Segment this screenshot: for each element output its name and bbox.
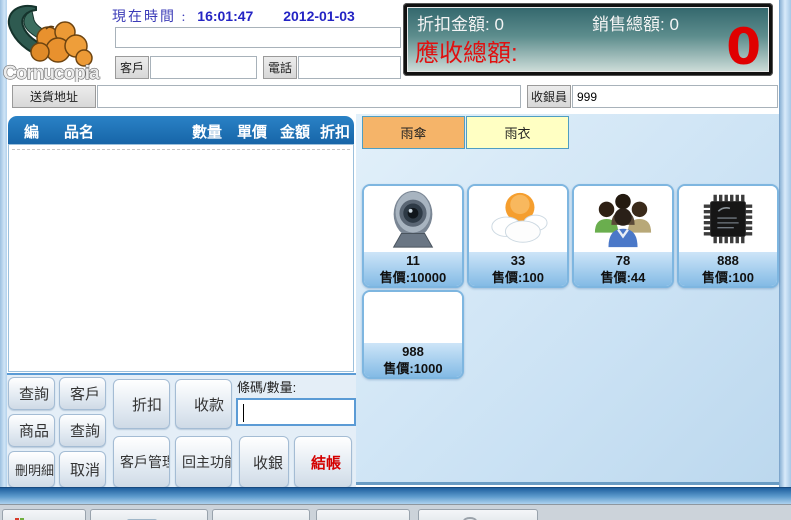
delivery-address-label: 送貨地址 <box>12 85 96 108</box>
logo-text: Cornucopia <box>3 63 100 82</box>
amount-due-label: 應收總額: <box>415 33 518 68</box>
note-input[interactable] <box>115 27 401 48</box>
grid-line <box>12 149 350 150</box>
delivery-address-input[interactable] <box>97 85 521 108</box>
product-card[interactable]: 78 售價:44 <box>572 184 674 288</box>
cashier-label: 收銀員 <box>527 85 571 108</box>
time-label: 現在時間 : <box>112 10 187 25</box>
product-id: 78 <box>574 252 672 269</box>
webcam-icon <box>382 188 444 250</box>
taskbar-button[interactable] <box>418 509 538 520</box>
col-qty: 數量 <box>192 121 222 142</box>
product-id: 988 <box>364 343 462 360</box>
product-price: 售價:10000 <box>364 269 462 286</box>
window-right-scroll-strip[interactable] <box>779 0 791 504</box>
product-card[interactable]: 988 售價:1000 <box>362 290 464 379</box>
taskbar-button[interactable] <box>212 509 310 520</box>
taskbar-button[interactable] <box>90 509 208 520</box>
taskbar-button[interactable] <box>2 509 86 520</box>
discount-button[interactable]: 折扣 <box>113 379 170 429</box>
product-card[interactable]: 33 售價:100 <box>467 184 569 288</box>
product-caption: 33 售價:100 <box>469 252 567 288</box>
product-caption: 78 售價:44 <box>574 252 672 288</box>
query-button-1[interactable]: 查詢 <box>8 377 55 410</box>
people-group-icon <box>592 188 654 250</box>
sales-total-value: 0 <box>669 15 678 34</box>
window-bottom-bar <box>0 487 791 504</box>
text-caret <box>243 404 244 422</box>
product-id: 11 <box>364 252 462 269</box>
chip-icon <box>697 188 759 250</box>
payment-button[interactable]: 收款 <box>175 379 232 429</box>
product-caption: 988 售價:1000 <box>364 343 462 379</box>
customer-management-button[interactable]: 客戶管理 <box>113 436 170 488</box>
discount-amount-label: 折扣金額: <box>417 15 490 34</box>
blank-product-image <box>364 292 462 343</box>
cash-button[interactable]: 收銀 <box>239 436 289 488</box>
tab-label: 雨衣 <box>504 123 530 142</box>
tab-raincoat[interactable]: 雨衣 <box>466 116 569 149</box>
product-price: 售價:100 <box>469 269 567 286</box>
customer-input[interactable] <box>150 56 257 79</box>
col-name: 品名 <box>64 121 94 142</box>
customer-label: 客戶 <box>115 56 149 79</box>
barcode-qty-label: 條碼/數量: <box>237 377 296 396</box>
discount-amount-value: 0 <box>494 15 503 34</box>
tab-label: 雨傘 <box>400 123 426 142</box>
product-card[interactable]: 888 售價:100 <box>677 184 779 288</box>
phone-input[interactable] <box>298 56 401 79</box>
taskbar[interactable] <box>0 504 791 520</box>
phone-label: 電話 <box>263 56 297 79</box>
product-id: 888 <box>679 252 777 269</box>
col-unit: 單價 <box>237 121 267 142</box>
item-table-header: 編 品名 數量 單價 金額 折扣 <box>8 116 354 144</box>
weather-sun-cloud-icon <box>487 188 549 250</box>
taskbar-button[interactable] <box>316 509 410 520</box>
sales-total-label: 銷售總額: <box>592 15 665 34</box>
product-card[interactable]: 11 售價:10000 <box>362 184 464 288</box>
item-list[interactable] <box>8 144 354 372</box>
time-value: 16:01:47 <box>197 8 253 24</box>
col-discount: 折扣 <box>320 121 350 142</box>
product-caption: 11 售價:10000 <box>364 252 462 288</box>
amount-due-value: 0 <box>726 18 761 76</box>
product-price: 售價:1000 <box>364 360 462 377</box>
product-price: 售價:100 <box>679 269 777 286</box>
tab-umbrella[interactable]: 雨傘 <box>362 116 465 149</box>
barcode-qty-input[interactable] <box>236 398 356 426</box>
query-button-2[interactable]: 查詢 <box>59 414 106 447</box>
product-price: 售價:44 <box>574 269 672 286</box>
col-amount: 金額 <box>280 121 310 142</box>
cornucopia-logo: Cornucopia <box>2 2 108 82</box>
pos-window: Cornucopia 現在時間 : 16:01:47 2012-01-03 客戶… <box>0 0 791 520</box>
customer-button[interactable]: 客戶 <box>59 377 106 410</box>
date-value: 2012-01-03 <box>283 8 355 24</box>
product-caption: 888 售價:100 <box>679 252 777 288</box>
delete-item-button[interactable]: 刪明細 <box>8 451 55 488</box>
product-id: 33 <box>469 252 567 269</box>
cashier-input[interactable] <box>572 85 778 108</box>
clock: 現在時間 : 16:01:47 2012-01-03 <box>112 6 412 24</box>
product-button[interactable]: 商品 <box>8 414 55 447</box>
product-panel: 雨傘 雨衣 11 售價:10000 <box>356 114 779 485</box>
main-menu-button[interactable]: 回主功能 <box>175 436 232 488</box>
totals-display: 折扣金額: 0 銷售總額: 0 應收總額: 0 <box>403 3 773 76</box>
cancel-button[interactable]: 取消 <box>59 451 106 488</box>
checkout-button[interactable]: 結帳 <box>294 436 352 488</box>
col-id: 編 <box>24 121 39 142</box>
